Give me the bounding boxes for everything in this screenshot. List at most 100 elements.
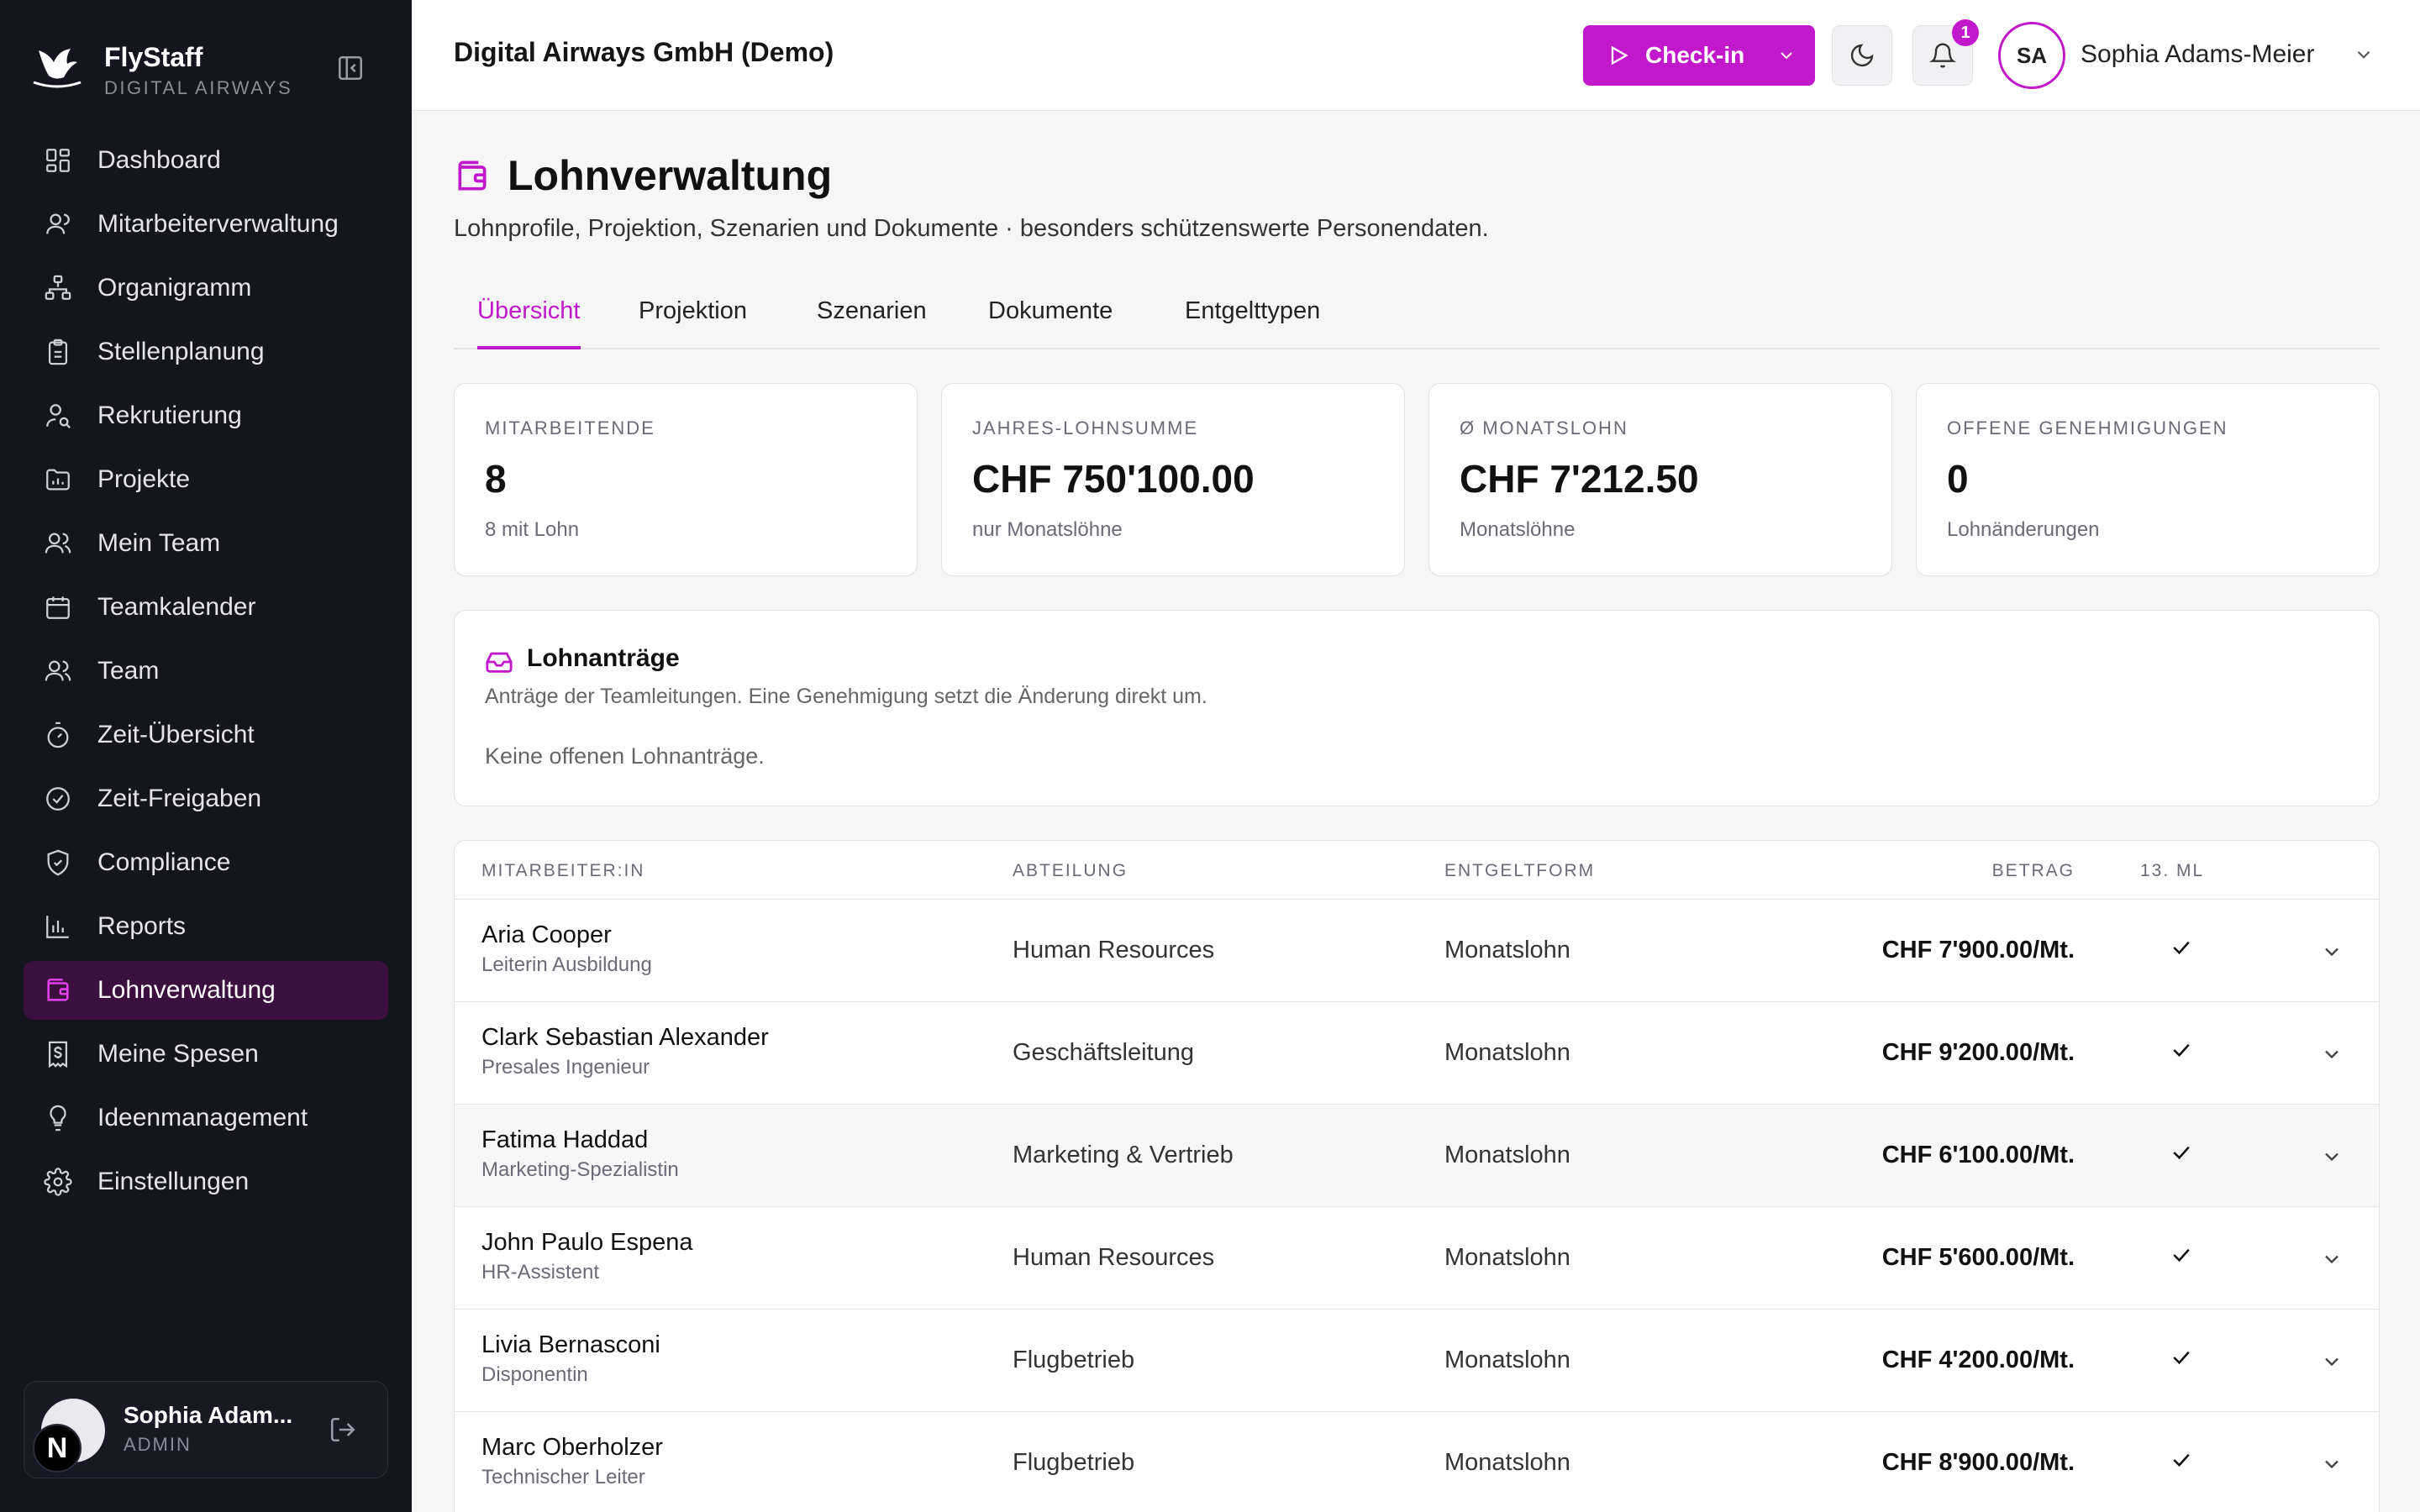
kpi-value: CHF 750'100.00 <box>972 457 1255 501</box>
bar-chart-icon <box>46 916 69 938</box>
brand-subtitle: DIGITAL AIRWAYS <box>104 77 293 98</box>
tab-szenarien[interactable]: Szenarien <box>817 297 927 349</box>
amount: CHF 8'900.00/Mt. <box>1881 1449 2075 1476</box>
kpi-card-jahres-lohnsumme: JAHRES-LOHNSUMME CHF 750'100.00 nur Mona… <box>941 383 1405 576</box>
sidebar-item-teamkalender[interactable]: Teamkalender <box>24 578 388 637</box>
column-header-name: MITARBEITER:IN <box>481 861 645 880</box>
brand[interactable]: FlyStaff DIGITAL AIRWAYS <box>30 37 383 98</box>
sidebar-item-label: Mein Team <box>97 529 221 557</box>
pay-type: Monatslohn <box>1444 1142 1570 1168</box>
sidebar-item-zeit-freigaben[interactable]: Zeit-Freigaben <box>24 769 388 828</box>
sidebar-item-projekte[interactable]: Projekte <box>24 450 388 509</box>
chevron-down-icon[interactable] <box>2353 44 2375 66</box>
pay-type: Monatslohn <box>1444 937 1570 963</box>
sidebar-item-reports[interactable]: Reports <box>24 897 388 956</box>
chevron-down-icon[interactable] <box>2320 1042 2344 1066</box>
sidebar-item-label: Projekte <box>97 465 191 493</box>
employee-name: John Paulo Espena <box>481 1229 693 1256</box>
chevron-down-icon[interactable] <box>1776 45 1797 66</box>
sidebar-item-ideenmanagement[interactable]: Ideenmanagement <box>24 1089 388 1147</box>
kpi-label: OFFENE GENEHMIGUNGEN <box>1947 417 2228 438</box>
column-header-form: ENTGELTFORM <box>1444 861 1596 880</box>
sidebar-item-dashboard[interactable]: Dashboard <box>24 131 388 190</box>
users-icon <box>45 660 71 681</box>
table-row[interactable]: Livia Bernasconi Disponentin Flugbetrieb… <box>455 1310 2379 1412</box>
sidebar-item-zeit-uebersicht[interactable]: Zeit-Übersicht <box>24 706 388 764</box>
sidebar-item-compliance[interactable]: Compliance <box>24 833 388 892</box>
sidebar-item-label: Teamkalender <box>97 593 256 621</box>
check-in-button[interactable]: Check-in <box>1583 25 1815 86</box>
logout-icon[interactable] <box>329 1415 357 1444</box>
chevron-down-icon[interactable] <box>2320 1247 2344 1271</box>
sidebar-item-team[interactable]: Team <box>24 642 388 701</box>
sidebar-item-organigramm[interactable]: Organigramm <box>24 259 388 318</box>
company-name: Digital Airways GmbH (Demo) <box>454 37 834 67</box>
amount: CHF 9'200.00/Mt. <box>1881 1039 2075 1066</box>
table-row[interactable]: John Paulo Espena HR-Assistent Human Res… <box>455 1207 2379 1310</box>
theme-toggle-button[interactable] <box>1832 25 1892 86</box>
sidebar-item-stellenplanung[interactable]: Stellenplanung <box>24 323 388 381</box>
sidebar-item-label: Rekrutierung <box>97 402 242 429</box>
sidebar-item-mitarbeiterverwaltung[interactable]: Mitarbeiterverwaltung <box>24 195 388 254</box>
user-menu[interactable]: Sophia Adams-Meier <box>2081 40 2314 69</box>
table-row[interactable]: Clark Sebastian Alexander Presales Ingen… <box>455 1002 2379 1105</box>
department: Human Resources <box>1013 1244 1215 1271</box>
amount: CHF 5'600.00/Mt. <box>1881 1244 2075 1271</box>
tab-dokumente[interactable]: Dokumente <box>988 297 1113 349</box>
column-header-amount: BETRAG <box>1991 861 2075 880</box>
employee-role: Presales Ingenieur <box>481 1056 650 1079</box>
kpi-card-monatslohn: Ø MONATSLOHN CHF 7'212.50 Monatslöhne <box>1428 383 1892 576</box>
sidebar-item-lohnverwaltung[interactable]: Lohnverwaltung <box>24 961 388 1020</box>
kpi-label: Ø MONATSLOHN <box>1460 417 1628 438</box>
chevron-down-icon[interactable] <box>2320 1145 2344 1168</box>
avatar[interactable]: SA <box>1998 22 2065 89</box>
dashboard-icon <box>46 149 70 172</box>
salary-requests-card: Lohnanträge Anträge der Teamleitungen. E… <box>454 610 2380 806</box>
check-circle-icon <box>46 787 70 811</box>
notifications-button[interactable]: 1 <box>1912 19 1979 86</box>
column-header-dept: ABTEILUNG <box>1013 861 1128 880</box>
sidebar-item-mein-team[interactable]: Mein Team <box>24 514 388 573</box>
tab-uebersicht[interactable]: Übersicht <box>477 297 581 349</box>
table-row[interactable]: Marc Oberholzer Technischer Leiter Flugb… <box>455 1412 2379 1512</box>
sidebar-item-meine-spesen[interactable]: Meine Spesen <box>24 1025 388 1084</box>
department: Flugbetrieb <box>1013 1449 1135 1476</box>
tab-entgelttypen[interactable]: Entgelttypen <box>1185 297 1320 349</box>
check-icon <box>2173 1453 2190 1467</box>
chevron-down-icon[interactable] <box>2320 940 2344 963</box>
employee-name: Marc Oberholzer <box>481 1434 663 1461</box>
amount: CHF 6'100.00/Mt. <box>1881 1142 2075 1168</box>
employee-name: Aria Cooper <box>481 921 612 948</box>
department: Human Resources <box>1013 937 1215 963</box>
table-row[interactable]: Aria Cooper Leiterin Ausbildung Human Re… <box>455 900 2379 1002</box>
chevron-down-icon[interactable] <box>2320 1350 2344 1373</box>
shield-check-icon <box>47 849 69 876</box>
kpi-value: 0 <box>1947 457 1969 501</box>
brand-name: FlyStaff <box>104 42 203 72</box>
chevron-down-icon[interactable] <box>2320 1452 2344 1476</box>
wallet-icon <box>47 978 69 1001</box>
kpi-value: CHF 7'212.50 <box>1460 457 1699 501</box>
pay-type: Monatslohn <box>1444 1449 1570 1476</box>
employee-role: Leiterin Ausbildung <box>481 953 652 976</box>
sidebar-nav: Dashboard Mitarbeiterverwaltung Organigr… <box>24 131 388 1216</box>
sidebar-item-rekrutierung[interactable]: Rekrutierung <box>24 386 388 445</box>
sidebar-item-label: Lohnverwaltung <box>97 976 276 1004</box>
sidebar-item-label: Stellenplanung <box>97 338 265 365</box>
salary-table: MITARBEITER:IN ABTEILUNG ENTGELTFORM BET… <box>454 840 2380 1512</box>
sidebar-item-label: Mitarbeiterverwaltung <box>97 210 339 238</box>
sidebar-item-label: Meine Spesen <box>97 1040 259 1068</box>
calendar-icon <box>46 596 70 619</box>
timer-icon <box>47 722 69 748</box>
sidebar-user-card[interactable]: N Sophia Adam... ADMIN <box>24 1381 388 1478</box>
kpi-subtext: Lohnänderungen <box>1947 518 2100 541</box>
sidebar-item-label: Zeit-Übersicht <box>97 721 255 748</box>
kpi-value: 8 <box>485 457 507 501</box>
pay-type: Monatslohn <box>1444 1244 1570 1271</box>
pay-type: Monatslohn <box>1444 1039 1570 1066</box>
sidebar-item-einstellungen[interactable]: Einstellungen <box>24 1152 388 1211</box>
amount: CHF 7'900.00/Mt. <box>1881 937 2075 963</box>
table-row[interactable]: Fatima Haddad Marketing-Spezialistin Mar… <box>455 1105 2379 1207</box>
collapse-sidebar-icon[interactable] <box>336 54 365 82</box>
tab-projektion[interactable]: Projektion <box>639 297 747 349</box>
